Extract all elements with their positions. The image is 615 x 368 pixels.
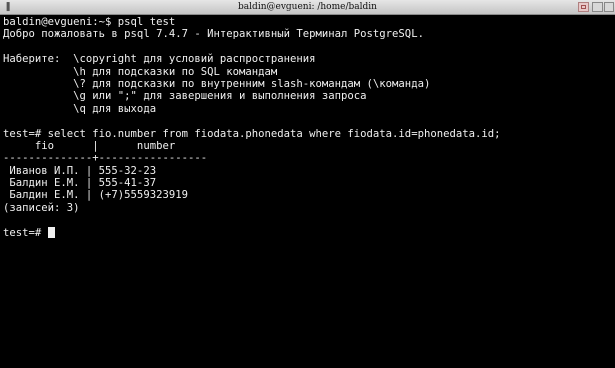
terminal-line: \g или ";" для завершения и выполнения з…	[3, 90, 367, 103]
terminal-line: Наберите: \copyright для условий распрос…	[3, 53, 316, 66]
terminal-line: baldin@evgueni:~$ psql test	[3, 16, 176, 28]
window-title: baldin@evgueni: /home/baldin	[238, 2, 377, 12]
maximize-icon[interactable]	[578, 2, 589, 12]
terminal-line: Балдин Е.М. | 555-41-37	[3, 177, 157, 190]
terminal-line: \h для подсказки по SQL командам	[3, 65, 278, 78]
close-icon[interactable]	[604, 2, 614, 12]
terminal-prompt: test=#	[3, 226, 48, 239]
terminal-line: test=# select fio.number from fiodata.ph…	[3, 127, 501, 140]
text-cursor	[47, 226, 55, 238]
terminal-line: (записей: 3)	[3, 201, 80, 214]
title-bar[interactable]: ❚ baldin@evgueni: /home/baldin	[0, 0, 615, 15]
terminal-line: Добро пожаловать в psql 7.4.7 - Интеракт…	[3, 28, 424, 41]
terminal-line: Иванов И.П. | 555-32-23	[3, 164, 157, 177]
terminal-line: Балдин Е.М. | (+7)5559323919	[3, 189, 188, 202]
terminal-line: \? для подсказки по внутренним slash-ком…	[3, 77, 431, 90]
terminal-line: --------------+-----------------	[3, 152, 208, 165]
terminal-output[interactable]: baldin@evgueni:~$ psql test Добро пожало…	[0, 15, 615, 368]
terminal-window: ❚ baldin@evgueni: /home/baldin baldin@ev…	[0, 0, 615, 368]
terminal-line: \q для выхода	[3, 102, 157, 115]
minimize-icon[interactable]	[592, 2, 603, 12]
terminal-line: fio | number	[3, 139, 176, 152]
terminal-prompt-line[interactable]: test=#	[3, 226, 615, 239]
